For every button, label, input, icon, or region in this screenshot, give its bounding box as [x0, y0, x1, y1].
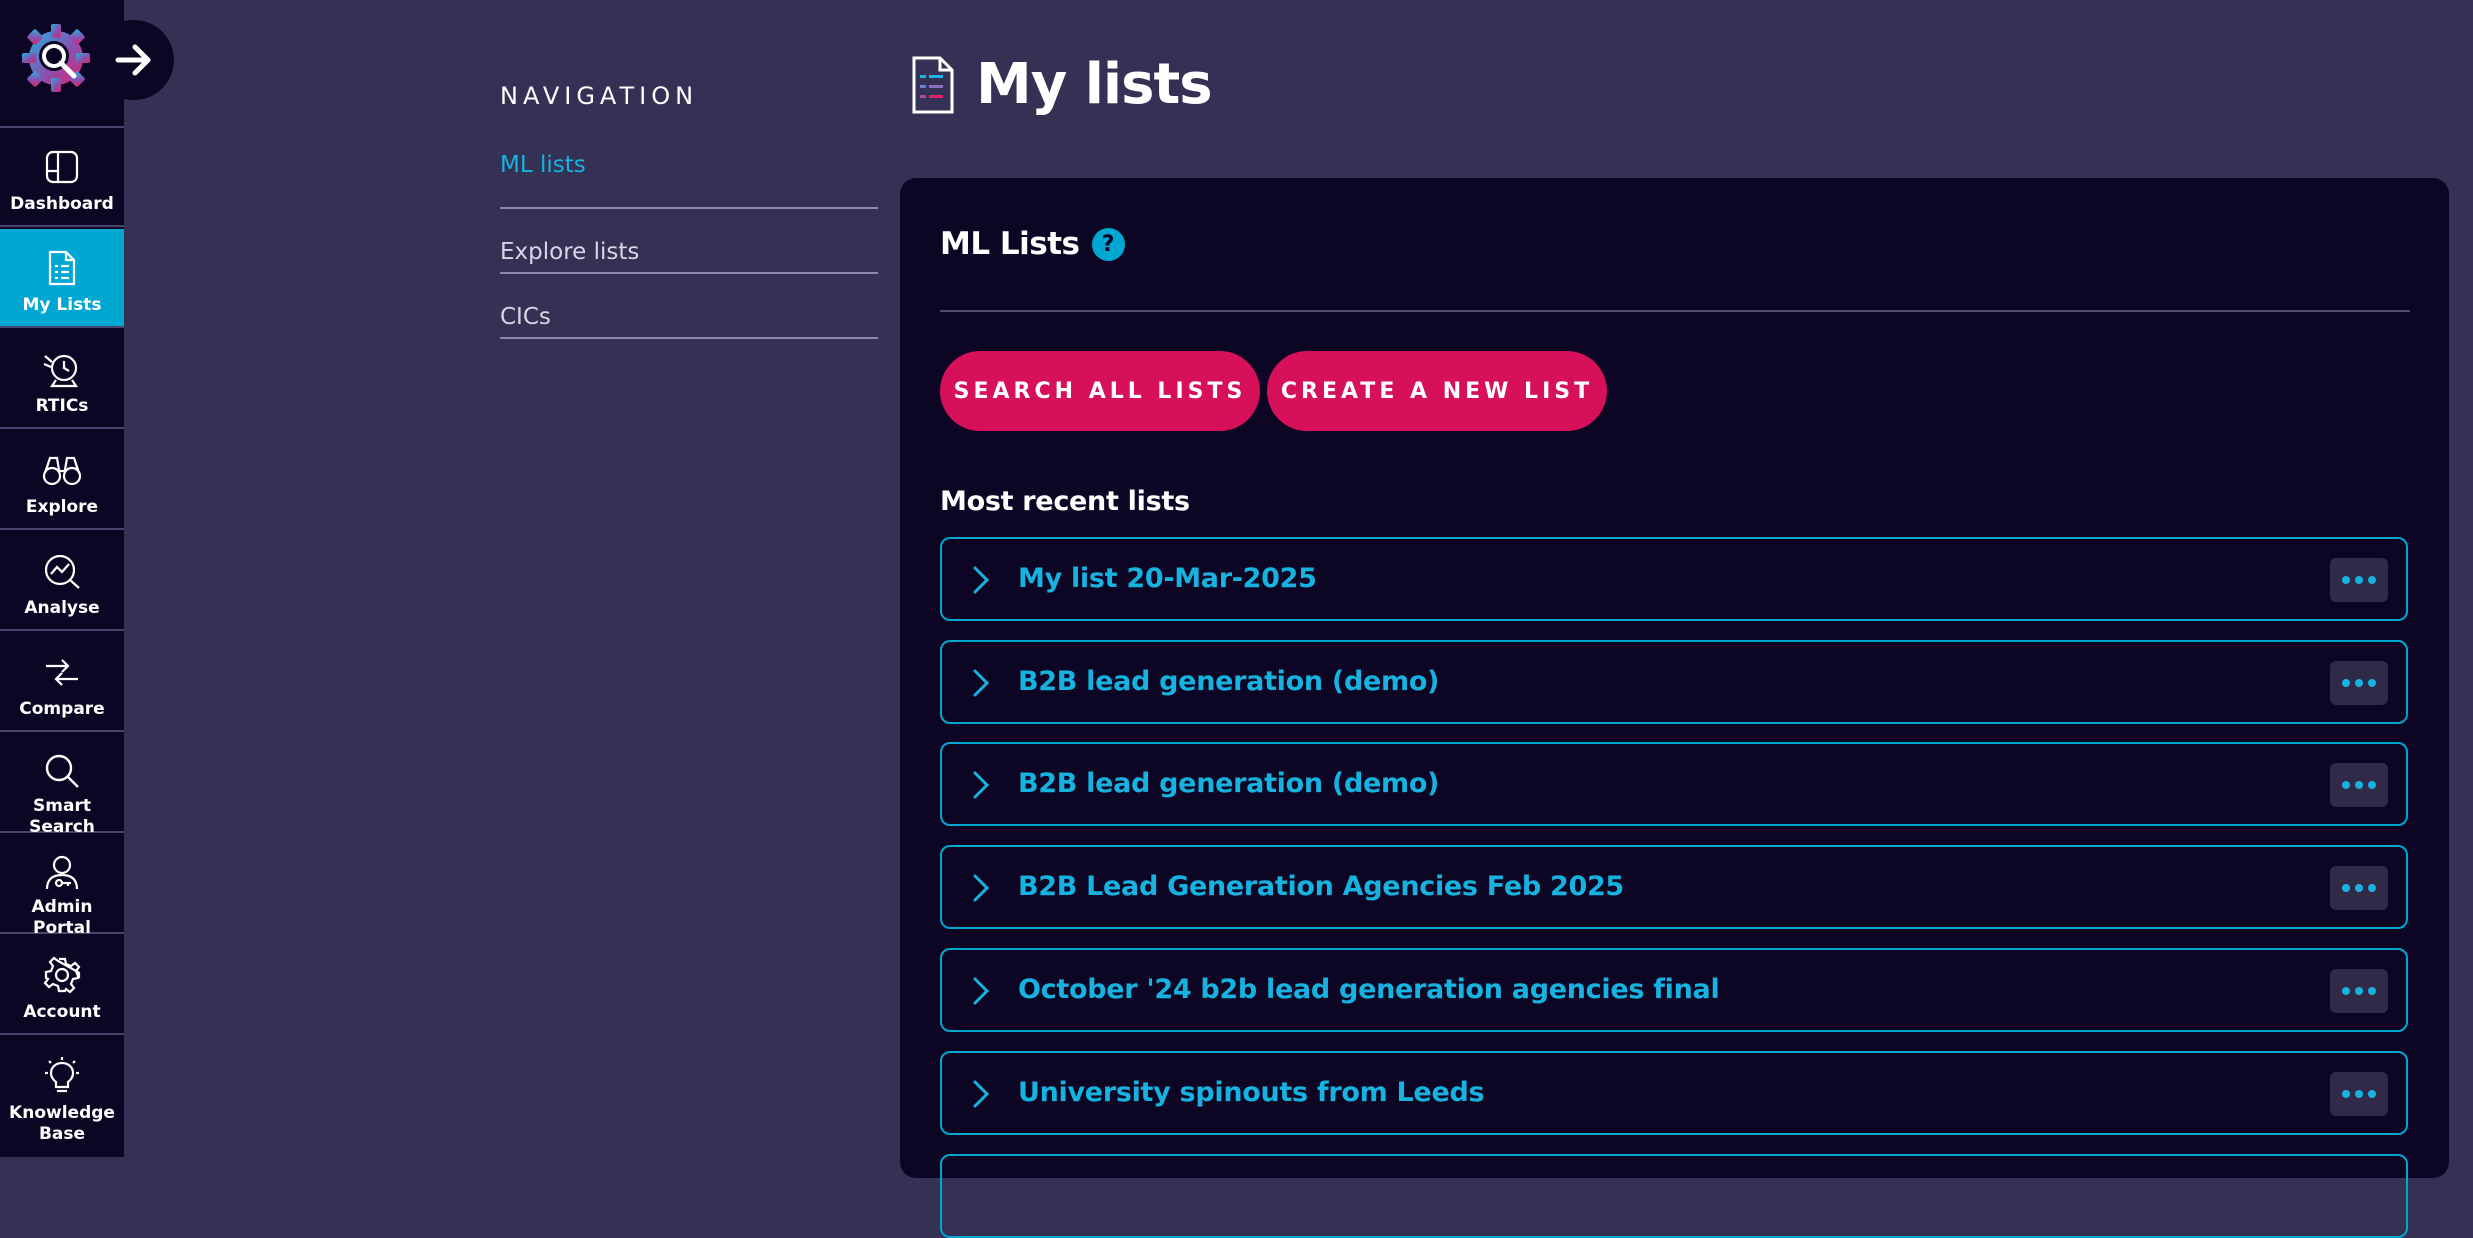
more-options-button[interactable]	[2330, 558, 2388, 602]
divider	[940, 310, 2410, 312]
panel-header: ML Lists ?	[940, 226, 1125, 262]
rail-item-rtics[interactable]: RTICs	[0, 330, 124, 429]
rail-item-label: Analyse	[24, 598, 100, 618]
lists-icon	[47, 247, 77, 289]
rail-item-smart-search[interactable]: Smart Search	[0, 734, 124, 837]
list-item[interactable]	[940, 1154, 2408, 1238]
chevron-right-icon	[973, 977, 990, 1005]
gear-search-logo-icon	[22, 24, 90, 92]
subnav-item-ml-lists[interactable]: ML lists	[500, 144, 878, 209]
rail-item-label: Admin Portal	[31, 897, 93, 938]
list-item[interactable]: October '24 b2b lead generation agencies…	[940, 948, 2408, 1032]
rail-item-admin-portal[interactable]: Admin Portal	[0, 835, 124, 938]
rail-item-label: Smart Search	[29, 796, 95, 837]
sidebar-rail: Dashboard My Lists RTICs Explore Analyse…	[0, 0, 124, 1157]
analyse-icon	[42, 550, 82, 592]
list-title[interactable]: University spinouts from Leeds	[1018, 1053, 1485, 1133]
page-header: My lists	[910, 52, 1213, 117]
rail-item-compare[interactable]: Compare	[0, 633, 124, 732]
secondary-navigation: NAVIGATION ML lists Explore lists CICs	[500, 82, 878, 339]
subnav-item-cics[interactable]: CICs	[500, 274, 878, 339]
ml-lists-panel: ML Lists ? SEARCH ALL LISTS CREATE A NEW…	[900, 178, 2449, 1238]
subnav-item-explore-lists[interactable]: Explore lists	[500, 209, 878, 274]
rail-item-label: Knowledge Base	[9, 1103, 115, 1144]
search-icon	[43, 752, 81, 790]
admin-icon	[43, 853, 81, 891]
more-options-button[interactable]	[2330, 1072, 2388, 1116]
rail-item-label: Compare	[19, 699, 105, 719]
lightbulb-icon	[42, 1055, 82, 1097]
more-options-button[interactable]	[2330, 866, 2388, 910]
arrow-right-icon	[115, 44, 151, 76]
rtics-icon	[42, 348, 82, 390]
list-item[interactable]: B2B lead generation (demo)	[940, 640, 2408, 724]
gear-icon	[43, 954, 81, 996]
rail-item-label: My Lists	[22, 295, 102, 315]
navigation-heading: NAVIGATION	[500, 82, 699, 110]
list-title[interactable]: My list 20-Mar-2025	[1018, 539, 1317, 619]
list-item[interactable]: B2B Lead Generation Agencies Feb 2025	[940, 845, 2408, 929]
more-options-button[interactable]	[2330, 763, 2388, 807]
more-options-button[interactable]	[2330, 969, 2388, 1013]
binoculars-icon	[42, 449, 82, 491]
recent-lists-heading: Most recent lists	[940, 486, 1190, 517]
chevron-right-icon	[973, 669, 990, 697]
chevron-right-icon	[973, 874, 990, 902]
rail-item-label: Dashboard	[10, 194, 114, 214]
create-new-list-button[interactable]: CREATE A NEW LIST	[1267, 351, 1607, 431]
expand-sidebar-button[interactable]	[94, 20, 174, 100]
rail-item-label: Account	[23, 1002, 101, 1022]
rail-item-dashboard[interactable]: Dashboard	[0, 128, 124, 227]
rail-item-account[interactable]: Account	[0, 936, 124, 1035]
search-all-lists-button[interactable]: SEARCH ALL LISTS	[940, 351, 1260, 431]
chevron-right-icon	[973, 1080, 990, 1108]
panel-title: ML Lists	[940, 226, 1080, 262]
rail-item-label: Explore	[25, 497, 99, 517]
document-list-icon	[912, 56, 954, 113]
chevron-right-icon	[973, 566, 990, 594]
list-title[interactable]: B2B Lead Generation Agencies Feb 2025	[1018, 847, 1624, 927]
compare-icon	[42, 651, 82, 693]
rail-item-my-lists[interactable]: My Lists	[0, 229, 124, 328]
list-item[interactable]: B2B lead generation (demo)	[940, 742, 2408, 826]
more-options-button[interactable]	[2330, 661, 2388, 705]
dashboard-icon	[44, 146, 80, 188]
help-icon[interactable]: ?	[1091, 227, 1125, 261]
list-item[interactable]: University spinouts from Leeds	[940, 1051, 2408, 1135]
chevron-right-icon	[973, 771, 990, 799]
rail-item-explore[interactable]: Explore	[0, 431, 124, 530]
list-title[interactable]: B2B lead generation (demo)	[1018, 744, 1439, 824]
page-title: My lists	[976, 52, 1213, 117]
rail-item-label: RTICs	[35, 396, 89, 416]
list-title[interactable]: October '24 b2b lead generation agencies…	[1018, 950, 1720, 1030]
rail-item-analyse[interactable]: Analyse	[0, 532, 124, 631]
list-item[interactable]: My list 20-Mar-2025	[940, 537, 2408, 621]
list-title[interactable]: B2B lead generation (demo)	[1018, 642, 1439, 722]
rail-item-knowledge-base[interactable]: Knowledge Base	[0, 1037, 124, 1157]
